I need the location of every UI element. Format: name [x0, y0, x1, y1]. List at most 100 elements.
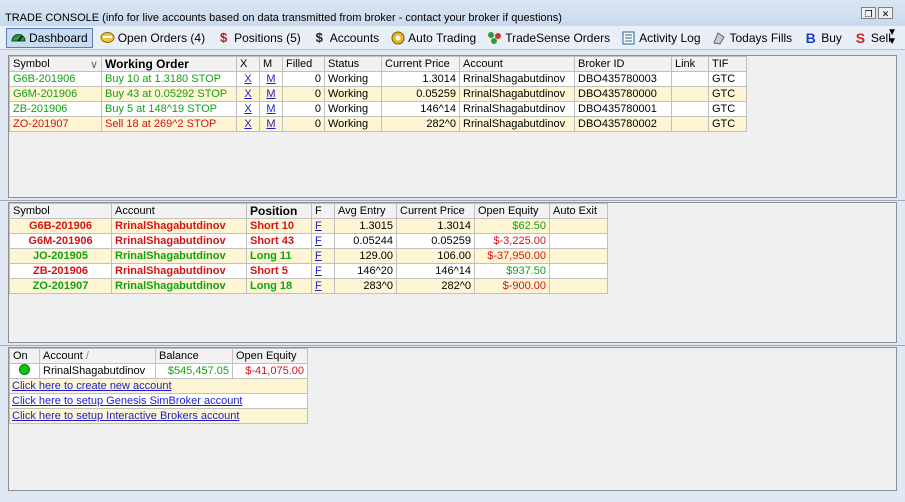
modify-order-link[interactable]: M	[266, 118, 275, 130]
splitter[interactable]	[0, 200, 905, 201]
flatten-link[interactable]: F	[315, 235, 322, 247]
open-orders-button[interactable]: Open Orders (4)	[96, 28, 209, 48]
accounts-header-open-equity[interactable]: Open Equity	[232, 348, 308, 364]
table-row[interactable]: ZO-201907 Sell 18 at 269^2 STOP X M 0 Wo…	[9, 116, 747, 132]
accounts-header-account[interactable]: Account /	[39, 348, 156, 364]
position-auto-exit[interactable]	[549, 263, 608, 279]
flatten-link[interactable]: F	[315, 220, 322, 232]
todays-fills-button[interactable]: Todays Fills	[708, 28, 797, 48]
cancel-order-link[interactable]: X	[244, 73, 251, 85]
table-row[interactable]: G6M-201906 Buy 43 at 0.05292 STOP X M 0 …	[9, 86, 747, 102]
table-row[interactable]: ZB-201906 RrinalShagabutdinov Short 5 F …	[9, 263, 608, 279]
tradesense-icon	[487, 31, 502, 45]
orders-header-status[interactable]: Status	[324, 56, 382, 72]
cancel-order-link[interactable]: X	[244, 103, 251, 115]
order-account: RrinalShagabutdinov	[459, 71, 575, 87]
order-broker-id: DBO435780000	[574, 86, 672, 102]
position-auto-exit[interactable]	[549, 218, 608, 234]
table-row[interactable]: ZB-201906 Buy 5 at 148^19 STOP X M 0 Wor…	[9, 101, 747, 117]
orders-header-broker-id[interactable]: Broker ID	[574, 56, 672, 72]
orders-header-m[interactable]: M	[259, 56, 283, 72]
tradesense-orders-button[interactable]: TradeSense Orders	[483, 28, 614, 48]
table-row[interactable]: G6B-201906 RrinalShagabutdinov Short 10 …	[9, 218, 608, 234]
cancel-order-link[interactable]: X	[244, 88, 251, 100]
positions-header-auto-exit[interactable]: Auto Exit	[549, 203, 608, 219]
order-tif: GTC	[708, 71, 747, 87]
dashboard-button[interactable]: Dashboard	[6, 27, 93, 48]
position-size: Short 10	[246, 218, 312, 234]
account-open-equity: $-41,075.00	[232, 363, 308, 379]
positions-header-avg-entry[interactable]: Avg Entry	[334, 203, 397, 219]
account-on-indicator[interactable]	[19, 364, 30, 375]
table-row[interactable]: JO-201905 RrinalShagabutdinov Long 11 F …	[9, 248, 608, 264]
buy-button[interactable]: B Buy	[799, 28, 846, 48]
position-auto-exit[interactable]	[549, 233, 608, 249]
position-size: Short 43	[246, 233, 312, 249]
orders-header-tif[interactable]: TIF	[708, 56, 747, 72]
window-title: TRADE CONSOLE (info for live accounts ba…	[5, 12, 562, 24]
buy-icon: B	[805, 29, 816, 46]
position-auto-exit[interactable]	[549, 278, 608, 294]
orders-header-symbol[interactable]: Symbol ∨	[9, 56, 102, 72]
positions-header-account[interactable]: Account	[111, 203, 247, 219]
auto-trading-button[interactable]: Auto Trading	[386, 28, 480, 48]
accounts-button[interactable]: $ Accounts	[308, 28, 383, 48]
flatten-link[interactable]: F	[315, 280, 322, 292]
orders-header-filled[interactable]: Filled	[282, 56, 325, 72]
dollar-icon: $	[315, 29, 323, 45]
flatten-link[interactable]: F	[315, 265, 322, 277]
restore-icon[interactable]: ❐	[861, 7, 876, 19]
order-link	[671, 86, 709, 102]
order-status: Working	[324, 71, 382, 87]
modify-order-link[interactable]: M	[266, 73, 275, 85]
positions-header-current-price[interactable]: Current Price	[396, 203, 475, 219]
position-symbol: JO-201905	[9, 248, 112, 264]
table-row[interactable]: G6B-201906 Buy 10 at 1.3180 STOP X M 0 W…	[9, 71, 747, 87]
accounts-header-balance[interactable]: Balance	[155, 348, 233, 364]
position-current-price: 1.3014	[396, 218, 475, 234]
cancel-order-link[interactable]: X	[244, 118, 251, 130]
positions-button[interactable]: $ Positions (5)	[212, 28, 305, 48]
create-account-link[interactable]: Click here to create new account	[12, 380, 172, 392]
table-row[interactable]: ZO-201907 RrinalShagabutdinov Long 18 F …	[9, 278, 608, 294]
table-row[interactable]: G6M-201906 RrinalShagabutdinov Short 43 …	[9, 233, 608, 249]
orders-header-account[interactable]: Account	[459, 56, 575, 72]
positions-header-position[interactable]: Position	[246, 203, 312, 219]
orders-header-link[interactable]: Link	[671, 56, 709, 72]
positions-table: Symbol Account Position F Avg Entry Curr…	[9, 203, 608, 294]
activity-log-button[interactable]: Activity Log	[617, 28, 704, 48]
modify-order-link[interactable]: M	[266, 103, 275, 115]
position-auto-exit[interactable]	[549, 248, 608, 264]
close-icon[interactable]: ✕	[878, 7, 893, 19]
position-current-price: 0.05259	[396, 233, 475, 249]
dollar-icon: $	[219, 29, 228, 45]
orders-header-current-price[interactable]: Current Price	[381, 56, 460, 72]
orders-header-x[interactable]: X	[236, 56, 260, 72]
modify-order-link[interactable]: M	[266, 88, 275, 100]
order-description: Buy 10 at 1.3180 STOP	[101, 71, 237, 87]
flatten-link[interactable]: F	[315, 250, 322, 262]
position-size: Short 5	[246, 263, 312, 279]
table-row[interactable]: RrinalShagabutdinov $545,457.05 $-41,075…	[9, 363, 308, 379]
position-current-price: 282^0	[396, 278, 475, 294]
accounts-header-on[interactable]: On	[9, 348, 40, 364]
position-avg-entry: 0.05244	[334, 233, 397, 249]
splitter[interactable]	[0, 345, 905, 346]
order-link	[671, 71, 709, 87]
positions-panel: Symbol Account Position F Avg Entry Curr…	[8, 202, 897, 343]
order-filled: 0	[282, 71, 325, 87]
open-orders-label: Open Orders (4)	[117, 30, 206, 45]
positions-label: Positions (5)	[234, 30, 301, 45]
interactive-brokers-link[interactable]: Click here to setup Interactive Brokers …	[12, 410, 239, 422]
position-open-equity: $-37,950.00	[474, 248, 550, 264]
orders-header-working-order[interactable]: Working Order	[101, 56, 237, 72]
genesis-simbroker-link[interactable]: Click here to setup Genesis SimBroker ac…	[12, 395, 243, 407]
order-symbol: ZO-201907	[9, 116, 102, 132]
positions-header-symbol[interactable]: Symbol	[9, 203, 112, 219]
positions-header-open-equity[interactable]: Open Equity	[474, 203, 550, 219]
sell-icon: S	[855, 29, 866, 46]
toolbar-overflow-icon[interactable]: ▼ ▼	[887, 28, 897, 47]
order-filled: 0	[282, 86, 325, 102]
positions-header-f[interactable]: F	[311, 203, 335, 219]
order-current-price: 146^14	[381, 101, 460, 117]
